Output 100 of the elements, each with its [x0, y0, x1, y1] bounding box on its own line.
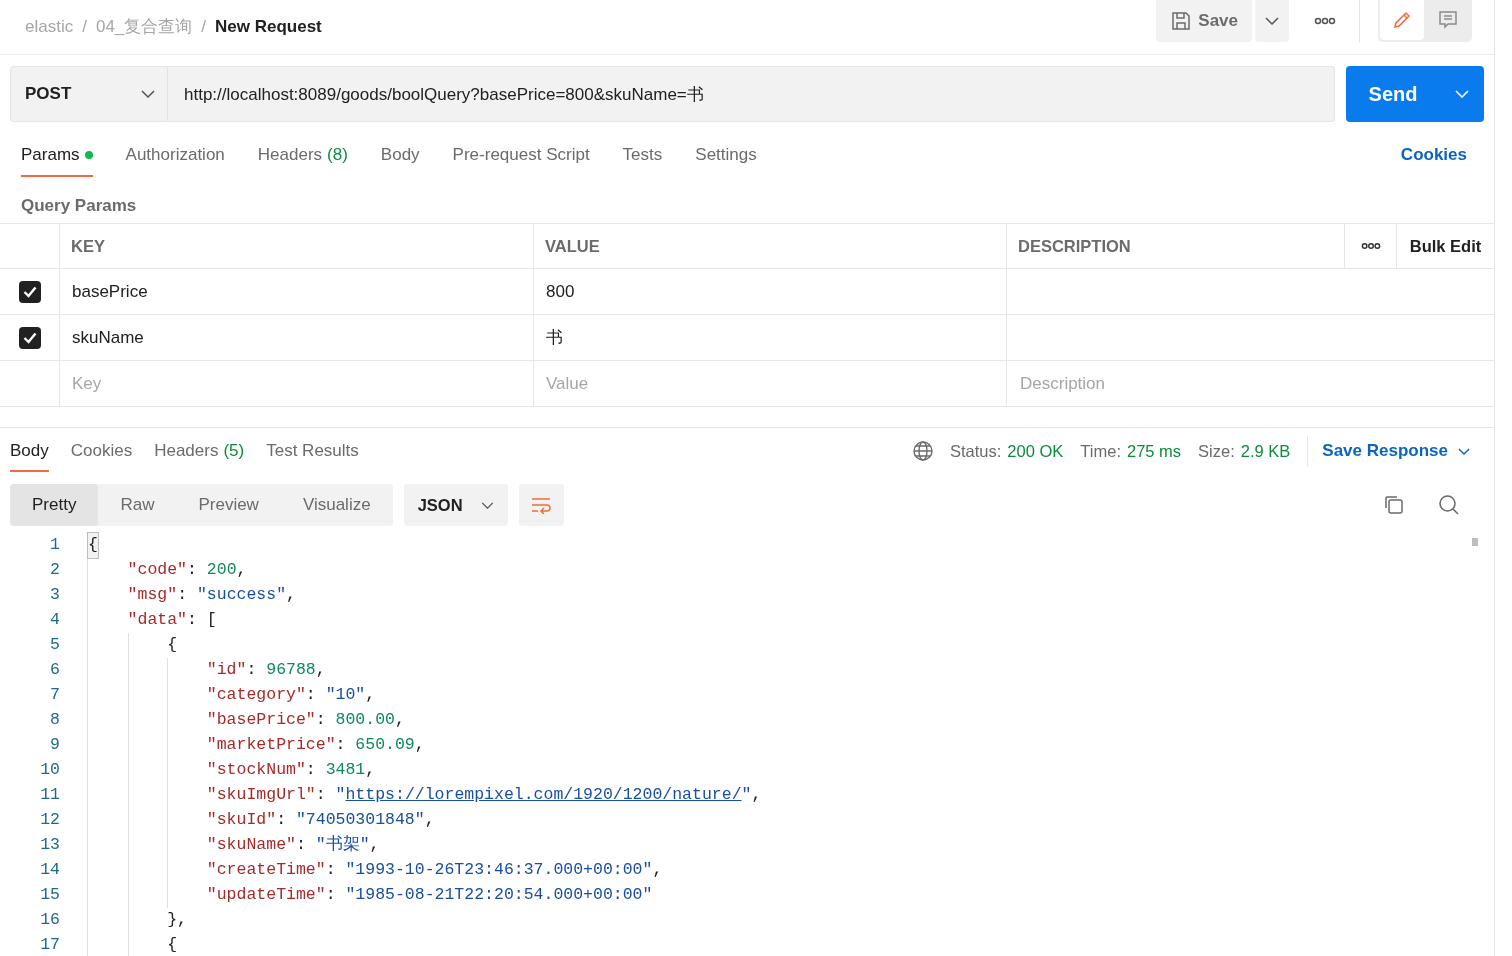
line-number: 15 — [40, 885, 60, 905]
request-title: New Request — [215, 16, 322, 39]
globe-icon — [912, 440, 934, 462]
response-tab[interactable]: Cookies — [70, 430, 133, 472]
code-token: 650.09 — [355, 734, 415, 757]
check-icon — [22, 331, 37, 344]
edit-mode-button[interactable] — [1380, 0, 1424, 40]
line-number: 17 — [40, 935, 60, 955]
code-token: : — [305, 759, 317, 782]
code-token: "marketPrice" — [205, 734, 336, 757]
code-token: , — [395, 709, 405, 732]
code-token: : — [246, 659, 258, 682]
request-tab[interactable]: Tests — [622, 122, 663, 188]
code-token: "stockNum" — [205, 759, 306, 782]
code-token: " — [741, 784, 752, 807]
section-title: Query Params — [21, 194, 137, 217]
url-field[interactable]: http://localhost:8089/goods/boolQuery?basePrice=800&skuName=书 — [168, 66, 1335, 122]
chevron-down-icon — [1265, 17, 1279, 25]
save-button[interactable]: Save — [1156, 0, 1252, 42]
code-token: "skuId" — [205, 809, 277, 832]
code-token: "basePrice" — [205, 709, 316, 732]
meta-value: 200 OK — [1007, 440, 1064, 462]
more-icon — [1314, 17, 1336, 25]
line-number: 2 — [50, 560, 60, 580]
code-token: , — [365, 684, 376, 707]
wrap-icon — [530, 496, 553, 514]
format-select[interactable]: JSON — [403, 484, 508, 526]
code-token: "msg" — [126, 584, 178, 607]
line-number: 5 — [50, 635, 60, 655]
meta-label: Status: — [950, 440, 1002, 462]
bulk-edit-button[interactable]: Bulk Edit — [1397, 233, 1494, 259]
code-token: , — [365, 759, 376, 782]
request-tab[interactable]: Params — [21, 122, 93, 188]
code-token: , — [369, 834, 380, 857]
code-token: "id" — [205, 659, 247, 682]
code-token: "code" — [126, 559, 188, 582]
line-number: 14 — [40, 860, 60, 880]
request-tab[interactable]: Body — [380, 122, 420, 188]
save-dropdown-button[interactable] — [1255, 0, 1289, 42]
breadcrumb-separator: / — [82, 16, 87, 39]
line-number: 8 — [50, 710, 60, 730]
request-tab[interactable]: Settings — [695, 122, 757, 188]
response-tab[interactable]: Test Results — [266, 430, 359, 472]
code-token: { — [166, 934, 178, 956]
table-cell-text: basePrice — [72, 280, 148, 303]
line-number: 16 — [40, 910, 60, 930]
send-button[interactable]: Send — [1346, 66, 1440, 122]
request-tab[interactable]: Authorization — [125, 122, 225, 188]
response-tab[interactable]: Headers (5) — [154, 430, 245, 472]
description-field[interactable]: Description — [1007, 361, 1494, 406]
code-token: , — [315, 659, 326, 682]
code-link[interactable]: https://lorempixel.com/1920/1200/nature/ — [345, 783, 742, 808]
code-token: 3481 — [325, 759, 366, 782]
code-token: : — [315, 709, 327, 732]
key-field[interactable]: Key — [60, 361, 534, 406]
code-token: : — [325, 884, 337, 907]
column-header: VALUE — [545, 235, 600, 257]
checkbox[interactable] — [18, 280, 41, 303]
cookies-link[interactable]: Cookies — [1400, 142, 1467, 168]
more-icon — [1360, 242, 1381, 250]
request-tab[interactable]: Headers (8) — [257, 122, 348, 188]
code-token: : — [305, 684, 317, 707]
method-select[interactable]: POST — [10, 66, 168, 122]
code-token: , — [751, 784, 762, 807]
code-token: : — [295, 834, 307, 857]
view-tab[interactable]: Preview — [176, 484, 281, 526]
value-field[interactable]: Value — [534, 361, 1007, 406]
line-number: 3 — [50, 585, 60, 605]
wrap-lines-button[interactable] — [518, 484, 564, 526]
code-token: "1993-10-26T23:46:37.000+00:00" — [345, 859, 653, 882]
response-tab[interactable]: Body — [10, 430, 49, 472]
code-token: : [ — [187, 609, 217, 632]
pencil-icon — [1391, 9, 1413, 31]
checkbox[interactable] — [18, 326, 41, 349]
code-token: "category" — [205, 684, 306, 707]
meta-value: 2.9 KB — [1240, 440, 1291, 462]
line-number: 7 — [50, 685, 60, 705]
save-icon — [1170, 10, 1193, 32]
line-number: 11 — [40, 785, 60, 805]
scroll-marker — [1472, 538, 1478, 546]
code-token: { — [166, 634, 178, 657]
table-cell-text: 书 — [546, 326, 563, 349]
code-token: "skuName" — [205, 834, 296, 857]
code-token: : — [315, 784, 327, 807]
code-token: : — [276, 809, 288, 832]
code-token: 800.00 — [335, 709, 395, 732]
table-cell-text: skuName — [72, 326, 144, 349]
view-tab[interactable]: Visualize — [280, 484, 393, 526]
column-header: KEY — [71, 235, 105, 257]
view-tab[interactable]: Raw — [98, 484, 177, 526]
line-number: 12 — [40, 810, 60, 830]
request-tab[interactable]: Pre-request Script — [452, 122, 590, 188]
code-token: : — [335, 734, 347, 757]
code-token: "createTime" — [205, 859, 326, 882]
view-tab[interactable]: Pretty — [10, 484, 99, 526]
comment-icon — [1437, 9, 1459, 31]
code-token: "1985-08-21T22:20:54.000+00:00" — [345, 884, 653, 907]
breadcrumb-separator: / — [201, 16, 207, 39]
table-cell-text: 800 — [546, 280, 575, 303]
save-response-button[interactable]: Save Response — [1322, 438, 1470, 464]
